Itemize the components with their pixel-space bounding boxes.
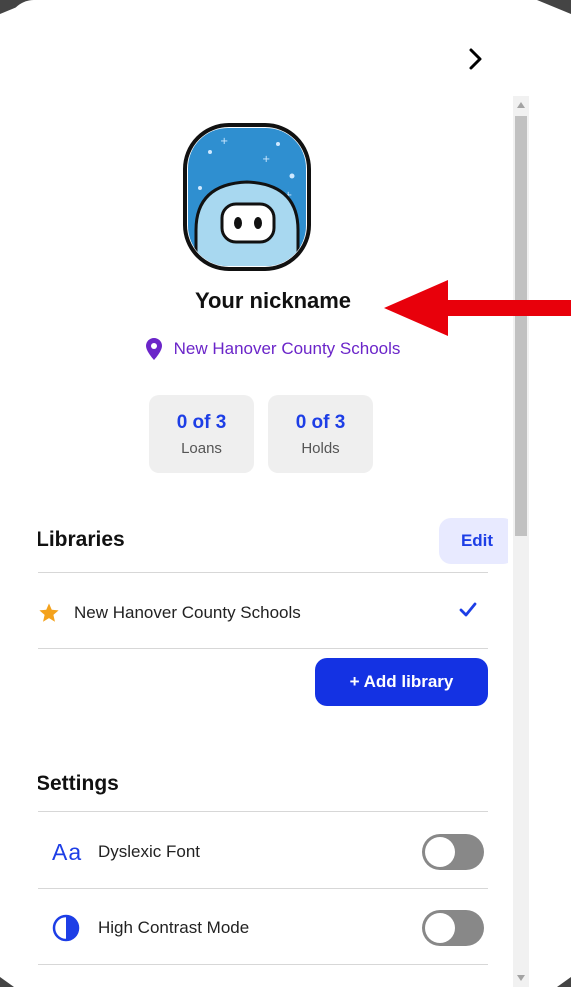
avatar[interactable]: + + + [182, 122, 312, 272]
star-icon [39, 603, 59, 622]
holds-count-value: 0 of 3 [295, 411, 346, 433]
settings-heading: Settings [38, 772, 119, 795]
library-list-item[interactable]: New Hanover County Schools [38, 598, 478, 628]
annotation-arrow-icon [384, 280, 571, 336]
toggle-knob [425, 837, 455, 867]
window-corner-top-right [537, 0, 571, 14]
loans-count-label: Loans [181, 439, 222, 457]
library-name: New Hanover County Schools [74, 603, 301, 622]
setting-label: Dyslexic Font [98, 842, 201, 861]
edit-libraries-button[interactable]: Edit [439, 518, 508, 564]
setting-high-contrast: High Contrast Mode [52, 908, 488, 948]
libraries-divider [38, 572, 488, 573]
toggle-knob [425, 913, 455, 943]
scroll-down-arrow[interactable] [517, 975, 525, 981]
profile-panel: + + + Your nickname New Hanover County S… [8, 0, 529, 987]
loans-count[interactable]: 0 of 3 Loans [149, 395, 254, 473]
library-item-divider [38, 648, 488, 649]
loans-count-value: 0 of 3 [176, 411, 227, 433]
panel-content: + + + Your nickname New Hanover County S… [38, 100, 508, 987]
home-library-name: New Hanover County Schools [173, 339, 401, 358]
dyslexic-font-icon: Aa [52, 838, 83, 865]
checkmark-icon [459, 602, 477, 617]
setting-label: High Contrast Mode [98, 918, 250, 937]
setting-dyslexic-font: Aa Dyslexic Font [52, 832, 488, 872]
chevron-right-icon [469, 48, 482, 70]
add-library-button[interactable]: + Add library [315, 658, 488, 706]
panel-scrollbar[interactable] [513, 96, 529, 987]
account-counts: 0 of 3 Loans 0 of 3 Holds [149, 395, 373, 473]
scroll-up-arrow[interactable] [517, 102, 525, 108]
map-pin-icon [145, 338, 162, 360]
svg-text:+: + [262, 154, 270, 165]
home-library-location[interactable]: New Hanover County Schools [38, 338, 508, 360]
setting-divider [38, 964, 488, 965]
window-corner-bottom-right [557, 977, 571, 987]
settings-divider [38, 811, 488, 812]
setting-divider [38, 888, 488, 889]
libraries-heading: Libraries [38, 528, 125, 551]
svg-text:+: + [220, 136, 228, 147]
high-contrast-toggle[interactable] [422, 910, 484, 946]
dyslexic-font-toggle[interactable] [422, 834, 484, 870]
holds-count[interactable]: 0 of 3 Holds [268, 395, 373, 473]
holds-count-label: Holds [301, 439, 340, 457]
contrast-icon [52, 914, 80, 942]
window-corner-bottom-left [0, 977, 14, 987]
robot-avatar-icon: + + + [183, 123, 311, 271]
close-panel-button[interactable] [461, 44, 491, 74]
